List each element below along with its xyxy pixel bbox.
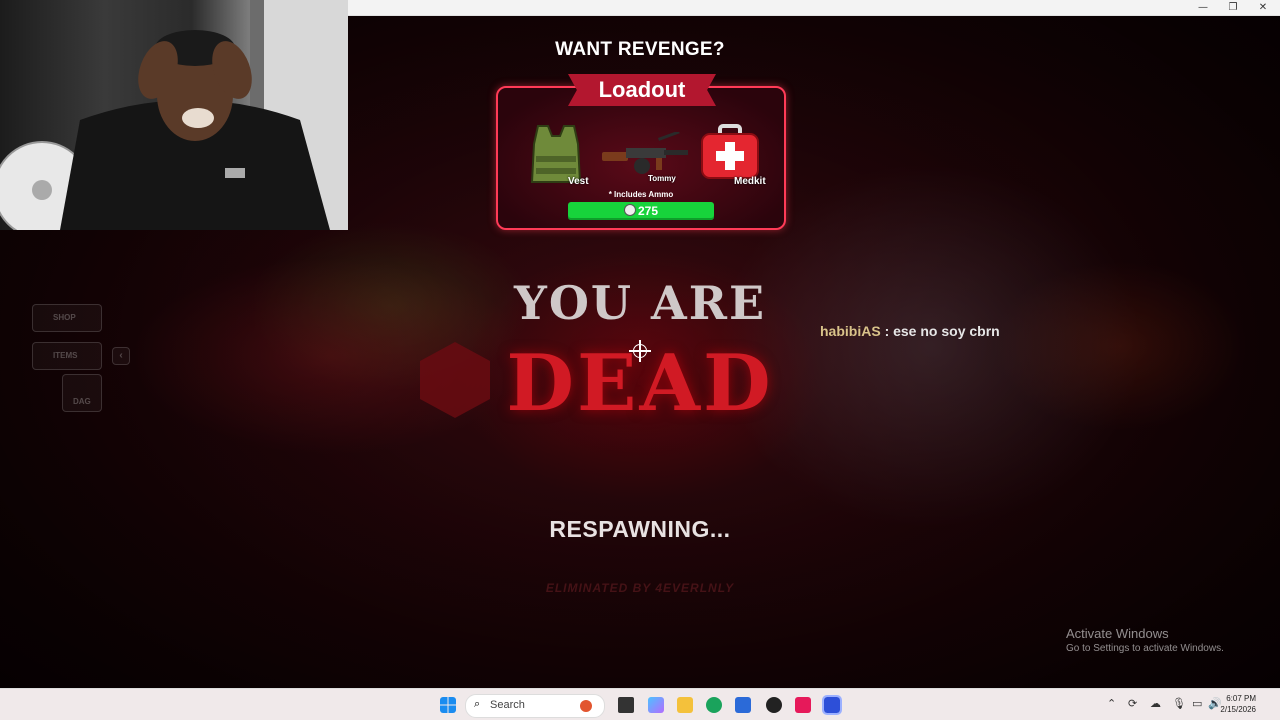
- close-button[interactable]: ✕: [1248, 0, 1278, 15]
- chat-username: habibiAS: [820, 323, 881, 339]
- roblox-icon[interactable]: [822, 695, 842, 715]
- search-icon: ⌕: [474, 698, 481, 710]
- search-highlight-icon: [580, 700, 592, 712]
- display-icon[interactable]: ▭: [1192, 697, 1202, 710]
- obs-icon[interactable]: [766, 697, 782, 713]
- loadout-title: Loadout: [568, 74, 716, 106]
- edge-icon[interactable]: [706, 697, 722, 713]
- tommy-label: Tommy: [648, 174, 676, 183]
- activate-title: Activate Windows: [1066, 626, 1169, 641]
- chat-message: habibiAS : ese no soy cbrn: [820, 323, 1000, 339]
- copilot-icon[interactable]: [648, 697, 664, 713]
- coin-icon: [623, 204, 636, 216]
- activate-windows-watermark: Activate Windows Go to Settings to activ…: [1066, 626, 1224, 654]
- respawning-text: RESPAWNING...: [549, 516, 731, 542]
- crosshair-icon: [629, 340, 651, 362]
- clock-date: 2/15/2026: [1220, 705, 1256, 714]
- taskbar-search[interactable]: ⌕ Search: [465, 694, 605, 718]
- loadout-card[interactable]: Loadout Vest Tommy Medkit * Includes Amm…: [496, 74, 786, 230]
- task-view-icon[interactable]: [618, 697, 634, 713]
- you-are-text: YOU ARE: [513, 276, 767, 330]
- start-windows-icon[interactable]: [440, 697, 456, 713]
- chevron-up-icon[interactable]: ⌃: [1107, 697, 1116, 710]
- restore-button[interactable]: ❐: [1218, 0, 1248, 15]
- medkit-label: Medkit: [734, 176, 766, 187]
- file-explorer-icon[interactable]: [677, 697, 693, 713]
- ammo-note: * Includes Ammo: [608, 190, 674, 199]
- cloud-icon[interactable]: ☁: [1150, 697, 1161, 710]
- store-icon[interactable]: [735, 697, 751, 713]
- buy-loadout-button[interactable]: 275: [568, 202, 714, 220]
- webcam-overlay: [0, 0, 348, 230]
- minimize-button[interactable]: —: [1188, 0, 1218, 15]
- taskbar: ⌕ Search ⌃ ⟳ ☁ 🎙 ▭ 🔊 6:07 PM 2/15/2026: [0, 688, 1280, 720]
- clock[interactable]: 6:07 PM 2/15/2026: [1220, 693, 1256, 715]
- tommy-item: [598, 130, 690, 181]
- activate-subtitle: Go to Settings to activate Windows.: [1066, 643, 1224, 654]
- chat-text: : ese no soy cbrn: [884, 323, 1000, 339]
- eliminated-by-text: ELIMINATED BY 4EVERLNLY: [545, 581, 735, 595]
- clock-time: 6:07 PM: [1226, 694, 1256, 703]
- streamer-image: [0, 0, 348, 230]
- mic-icon[interactable]: 🎙: [1172, 697, 1186, 710]
- search-placeholder: Search: [490, 699, 525, 711]
- vest-label: Vest: [568, 176, 589, 187]
- tiktok-icon[interactable]: [795, 697, 811, 713]
- sync-icon[interactable]: ⟳: [1128, 697, 1137, 710]
- medkit-icon: [701, 124, 759, 179]
- price-value: 275: [637, 204, 659, 218]
- tommy-gun-icon: [602, 130, 688, 174]
